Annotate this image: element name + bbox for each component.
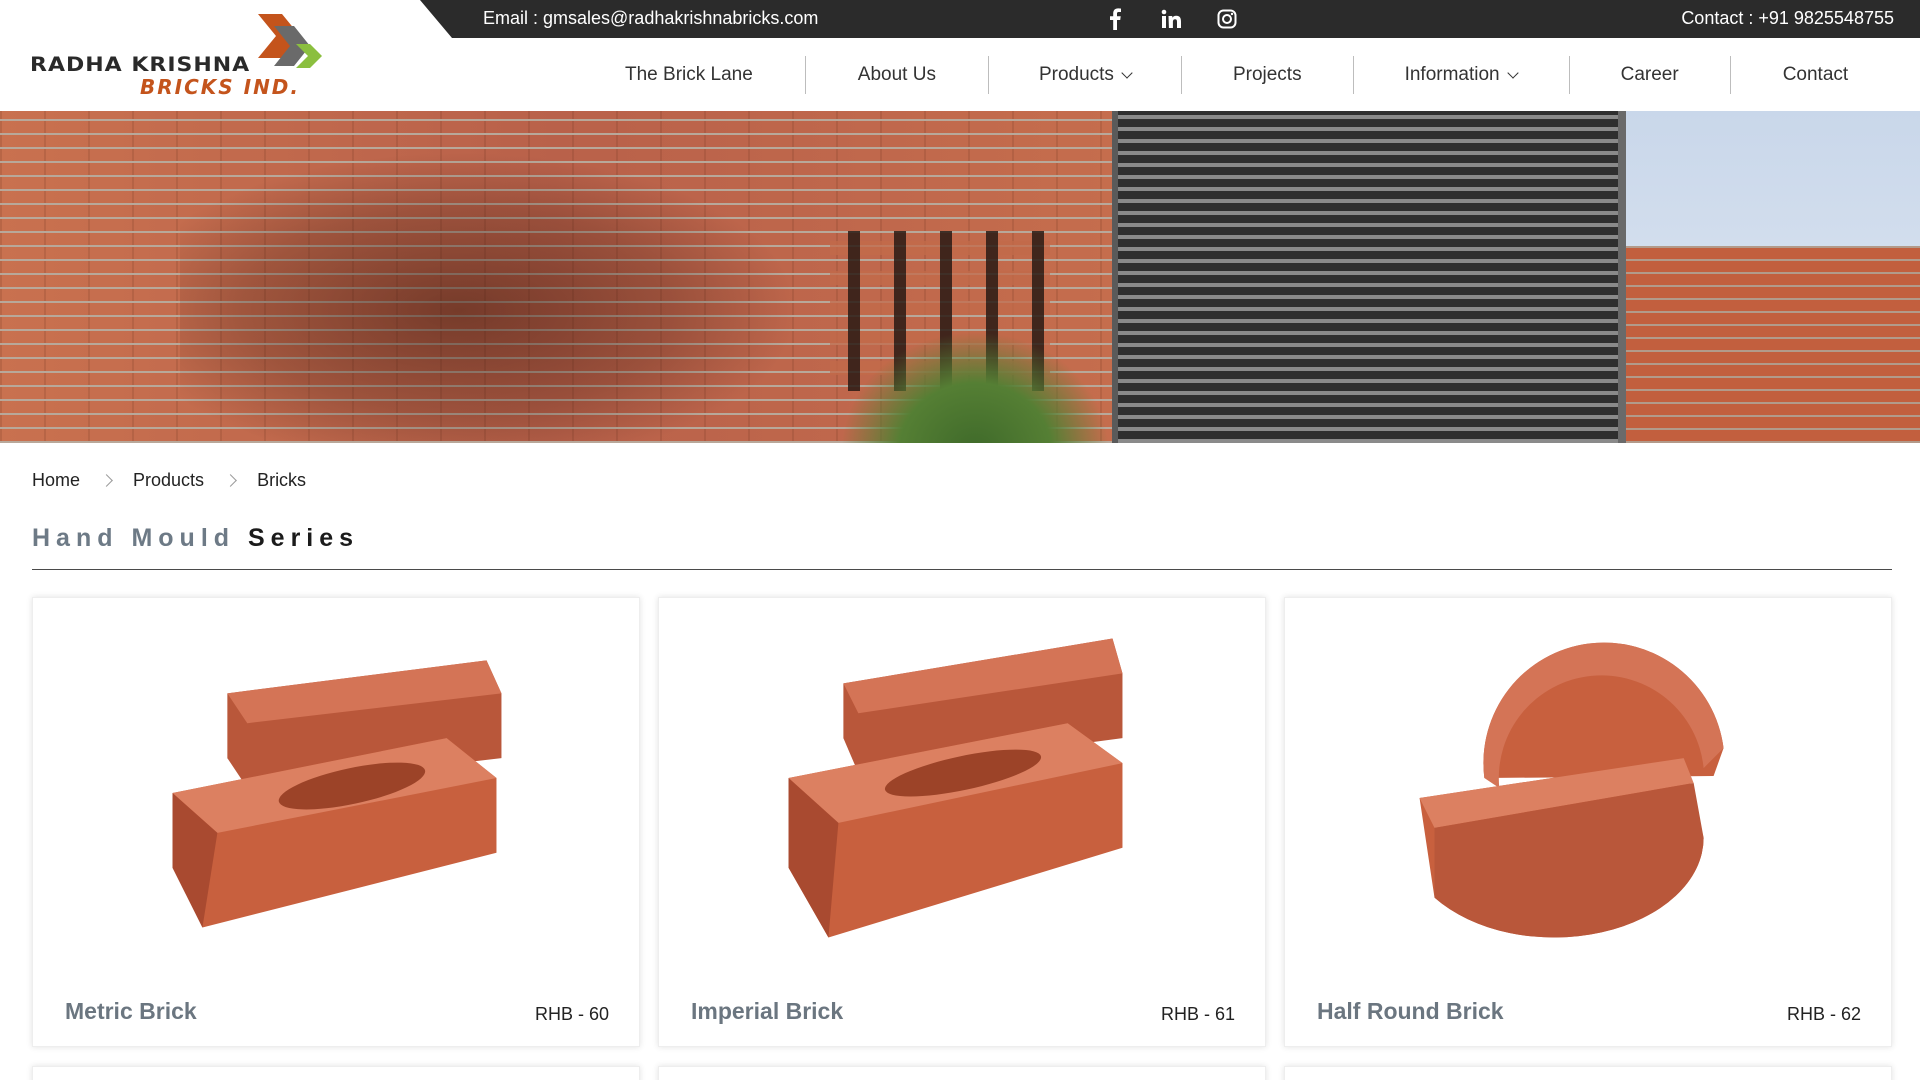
nav-divider: [987, 56, 989, 94]
section-title-muted: Hand Mould: [32, 524, 236, 552]
instagram-icon[interactable]: [1212, 4, 1242, 34]
plant: [840, 331, 1110, 443]
leaf-shadow: [180, 151, 800, 441]
product-card-next-row[interactable]: [32, 1066, 640, 1080]
nav-projects[interactable]: Projects: [1233, 64, 1302, 86]
main-nav: The Brick Lane About Us Products Project…: [625, 55, 1848, 95]
contact-phone[interactable]: Contact : +91 9825548755: [1681, 8, 1894, 29]
product-card-half-round-brick[interactable]: Half Round Brick RHB - 62: [1284, 597, 1892, 1047]
product-card-next-row[interactable]: [658, 1066, 1266, 1080]
breadcrumb-current: Bricks: [257, 470, 307, 490]
nav-divider: [1352, 56, 1354, 94]
chevron-down-icon: [1121, 66, 1133, 79]
product-code: RHB - 61: [1160, 1004, 1235, 1024]
hero-banner-image: [0, 111, 1920, 443]
logo-text-primary: RADHA KRISHNA: [30, 54, 251, 77]
section-divider: [32, 569, 1892, 570]
chevron-right-icon: [224, 474, 237, 487]
nav-label: Products: [1038, 64, 1114, 85]
breadcrumb: Home Products Bricks: [32, 470, 306, 491]
nav-divider: [1180, 56, 1182, 94]
product-name: Imperial Brick: [691, 998, 844, 1024]
company-logo[interactable]: RADHA KRISHNA BRICKS IND.: [30, 14, 322, 99]
breadcrumb-products[interactable]: Products: [133, 470, 204, 491]
breadcrumb-home[interactable]: Home: [32, 470, 80, 491]
nav-divider: [804, 56, 806, 94]
chevron-right-icon: [100, 474, 113, 487]
section-title: Hand Mould Series: [32, 524, 359, 553]
nav-contact[interactable]: Contact: [1783, 64, 1848, 86]
logo-text-secondary: BRICKS IND.: [140, 75, 301, 99]
product-card-next-row[interactable]: [1284, 1066, 1892, 1080]
nav-label: Contact: [1782, 64, 1849, 85]
brick-wall-right: [1626, 246, 1920, 443]
nav-divider: [1729, 56, 1731, 94]
nav-divider: [1568, 56, 1570, 94]
chevron-down-icon: [1506, 66, 1519, 79]
nav-label: Career: [1620, 64, 1679, 85]
metric-brick-image: [172, 660, 502, 928]
product-card-metric-brick[interactable]: Metric Brick RHB - 60: [32, 597, 640, 1047]
product-card-imperial-brick[interactable]: Imperial Brick RHB - 61: [658, 597, 1266, 1047]
nav-information[interactable]: Information: [1404, 64, 1519, 86]
social-links: [1100, 4, 1242, 34]
facebook-icon[interactable]: [1100, 4, 1130, 34]
linkedin-icon[interactable]: [1156, 4, 1186, 34]
nav-about-us[interactable]: About Us: [858, 64, 936, 86]
section-title-strong: Series: [247, 524, 360, 552]
nav-label: About Us: [857, 64, 936, 85]
product-code: RHB - 62: [1786, 1004, 1861, 1024]
product-code: RHB - 60: [534, 1004, 609, 1024]
imperial-brick-image: [788, 638, 1123, 938]
nav-label: Projects: [1232, 64, 1302, 85]
product-name: Metric Brick: [65, 998, 197, 1024]
nav-career[interactable]: Career: [1621, 64, 1679, 86]
email-link[interactable]: Email : gmsales@radhakrishnabricks.com: [483, 8, 818, 29]
product-name: Half Round Brick: [1317, 998, 1504, 1024]
nav-label: Information: [1404, 64, 1500, 85]
metal-louvers: [1112, 111, 1626, 443]
nav-label: The Brick Lane: [625, 64, 753, 85]
nav-products[interactable]: Products: [1038, 64, 1133, 86]
half-round-brick-image: [1419, 642, 1724, 938]
nav-the-brick-lane[interactable]: The Brick Lane: [625, 64, 753, 86]
